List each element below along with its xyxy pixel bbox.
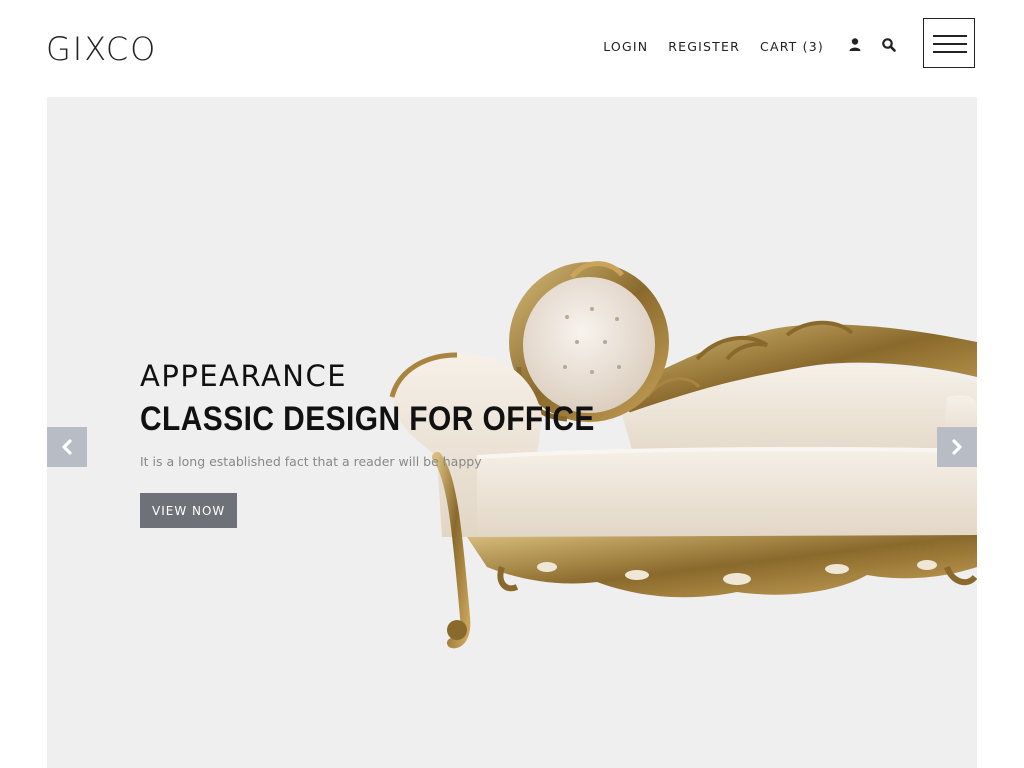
hamburger-menu-button[interactable] [923, 18, 975, 68]
search-icon[interactable] [881, 37, 897, 53]
site-header: GIXCO LOGIN REGISTER CART (3) [0, 0, 1024, 97]
hero-caption: APPEARANCE CLASSIC DESIGN FOR OFFICE It … [140, 359, 657, 528]
hero-slider: APPEARANCE CLASSIC DESIGN FOR OFFICE It … [47, 97, 977, 768]
logo-text: GIXCO [46, 30, 158, 68]
login-link[interactable]: LOGIN [603, 39, 648, 54]
user-icon[interactable] [847, 37, 863, 53]
view-now-button[interactable]: VIEW NOW [140, 493, 238, 528]
top-nav: LOGIN REGISTER CART (3) [583, 36, 824, 56]
chevron-left-icon [62, 439, 72, 455]
hamburger-menu-icon [933, 35, 967, 37]
site-logo[interactable]: GIXCO [46, 32, 157, 66]
hero-title: CLASSIC DESIGN FOR OFFICE [140, 400, 595, 438]
cart-link[interactable]: CART (3) [760, 39, 824, 54]
chevron-right-icon [952, 439, 962, 455]
slider-prev-button[interactable] [47, 427, 87, 467]
hero-description: It is a long established fact that a rea… [140, 454, 482, 469]
hero-kicker: APPEARANCE [140, 359, 348, 393]
register-link[interactable]: REGISTER [668, 39, 740, 54]
slider-next-button[interactable] [937, 427, 977, 467]
